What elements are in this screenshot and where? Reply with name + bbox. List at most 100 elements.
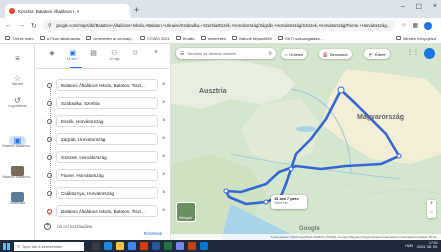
mode-driving[interactable]: ▣ 16 óra 7 bbox=[64, 49, 82, 61]
powerpoint-icon[interactable] bbox=[188, 242, 196, 250]
maximize-button[interactable]: ☐ bbox=[416, 3, 422, 11]
route-summary-card[interactable]: 16 óra 7 perc 1544 km bbox=[271, 195, 307, 209]
account-avatar[interactable] bbox=[424, 48, 435, 59]
map-search-box[interactable]: ☰ Keresés az útvonal mentén ⚲ bbox=[176, 48, 276, 59]
bookmark-item[interactable]: Ismeretlen bbox=[200, 36, 226, 41]
stop-input[interactable]: Csáktornya, Horvátország bbox=[56, 187, 158, 199]
edge-icon[interactable] bbox=[104, 242, 112, 250]
close-window-button[interactable]: × bbox=[433, 3, 437, 11]
country-label-hungary: Magyarország bbox=[357, 114, 405, 121]
office-icon[interactable] bbox=[140, 242, 148, 250]
drag-handle-icon[interactable]: ⋮ bbox=[40, 190, 45, 196]
map-canvas[interactable]: ☰ Keresés az útvonal mentén ⚲ ⌂ Hotelek … bbox=[171, 44, 441, 240]
drag-handle-icon[interactable]: ⋮ bbox=[40, 154, 45, 160]
drag-handle-icon[interactable]: ⋮ bbox=[40, 208, 45, 214]
all-bookmarks[interactable]: Minden könyvjelző bbox=[396, 36, 436, 41]
extensions-icon[interactable]: ▦ bbox=[413, 22, 419, 29]
file-explorer-icon[interactable] bbox=[116, 242, 124, 250]
drag-handle-icon[interactable]: ⋮ bbox=[40, 118, 45, 124]
new-tab-button[interactable]: + bbox=[134, 5, 139, 15]
mode-cycling[interactable]: ♲ bbox=[126, 49, 144, 57]
rail-item-current-route[interactable]: ▣ Balatoni Általános... bbox=[0, 136, 35, 149]
stop-input[interactable]: Balatoni Általános Iskola, Balaton, Tisz… bbox=[56, 205, 158, 217]
address-bar[interactable]: ⚲ google.com/maps/dir/Balatoni+Általános… bbox=[42, 20, 396, 31]
folder-icon bbox=[396, 36, 402, 40]
profile-avatar[interactable] bbox=[424, 21, 433, 30]
divider bbox=[35, 68, 171, 69]
stop-input[interactable]: Zágráb, Horvátország bbox=[56, 133, 158, 145]
chrome-icon[interactable] bbox=[128, 242, 136, 250]
site-info-icon[interactable]: ⚲ bbox=[48, 23, 52, 29]
remove-stop-icon[interactable]: × bbox=[162, 100, 166, 106]
bookmark-item[interactable]: OKTI szavazgatása... bbox=[277, 36, 323, 41]
apps-grid-icon[interactable]: ⋮⋮ bbox=[407, 49, 419, 56]
rail-item-saved[interactable]: ☆ Mentett bbox=[0, 74, 35, 87]
bookmark-item[interactable]: Tá'évk mám bbox=[5, 36, 34, 41]
folder-icon bbox=[200, 36, 206, 40]
bookmark-item[interactable]: Ismeretlen ai seonaly... bbox=[86, 36, 134, 41]
browser-tab[interactable]: Kösztár: Balatoni Általános I. × bbox=[5, 4, 130, 18]
remove-stop-icon[interactable]: × bbox=[162, 154, 166, 160]
rail-item-recent-place[interactable]: Balatoni Általános... bbox=[0, 166, 35, 180]
remove-stop-icon[interactable]: × bbox=[162, 118, 166, 124]
rail-item-label: Balatoni Általános... bbox=[2, 144, 33, 148]
mode-transit[interactable]: ▤ bbox=[85, 49, 103, 57]
bookmark-item[interactable]: A Fiuto alkalmazás bbox=[39, 36, 80, 41]
remove-stop-icon[interactable]: × bbox=[162, 208, 166, 214]
details-link[interactable]: Részletek bbox=[144, 231, 162, 236]
close-directions-button[interactable]: × bbox=[147, 49, 165, 56]
windows-start-icon[interactable] bbox=[3, 242, 10, 250]
reload-icon[interactable]: ↻ bbox=[31, 22, 37, 30]
folder-icon bbox=[5, 36, 10, 40]
mail-icon[interactable] bbox=[200, 242, 208, 250]
excel-icon[interactable] bbox=[164, 242, 172, 250]
word-icon[interactable] bbox=[152, 242, 160, 250]
stop-input[interactable]: Sziszek, Horvátország bbox=[56, 151, 158, 163]
stop-input[interactable]: Balatoni Általános Iskola, Balaton, Tisz… bbox=[56, 79, 158, 91]
rail-item-recents[interactable]: ↺ Legutóbbiak bbox=[0, 96, 35, 109]
map-search-input[interactable]: Keresés az útvonal mentén bbox=[187, 51, 265, 56]
remove-stop-icon[interactable]: × bbox=[162, 172, 166, 178]
mode-best[interactable]: ◈ bbox=[43, 49, 61, 57]
drag-handle-icon[interactable]: ⋮ bbox=[40, 136, 45, 142]
search-icon: ⚲ bbox=[17, 243, 20, 249]
stop-input[interactable]: Fiume, Horvátország bbox=[56, 169, 158, 181]
layers-button[interactable]: Rétegek bbox=[176, 202, 196, 222]
directions-panel: ◈ ▣ 16 óra 7 ▤ ⚇ 12 nap ♲ × ⋮ Balatoni Á… bbox=[35, 44, 171, 240]
zoom-in-button[interactable]: + bbox=[427, 200, 436, 209]
search-icon[interactable]: ⚲ bbox=[268, 51, 272, 57]
bookmark-item[interactable]: CCWO 2021 bbox=[140, 36, 170, 41]
transit-icon: ▤ bbox=[90, 50, 97, 57]
rail-item-recent-place[interactable]: Szabadka bbox=[0, 192, 35, 206]
remove-stop-icon[interactable]: × bbox=[162, 190, 166, 196]
teams-icon[interactable] bbox=[176, 242, 184, 250]
drag-handle-icon[interactable]: ⋮ bbox=[40, 82, 45, 88]
chip-restaurants[interactable]: ☕ Éttere bbox=[364, 49, 390, 59]
add-destination-button[interactable]: + Úti cél hozzáadása bbox=[44, 223, 92, 230]
zoom-out-button[interactable]: − bbox=[427, 209, 436, 218]
mode-walking[interactable]: ⚇ 12 nap bbox=[105, 49, 123, 61]
menu-icon[interactable]: ☰ bbox=[180, 51, 184, 57]
chip-hotels[interactable]: ⌂ Hotelek bbox=[281, 49, 307, 59]
minimize-button[interactable]: – bbox=[401, 3, 405, 11]
stop-input[interactable]: Eszék, Horvátország bbox=[56, 115, 158, 127]
bookmark-item[interactable]: Nálunk képszellőő bbox=[232, 36, 272, 41]
hamburger-menu-icon: ≡ bbox=[15, 54, 20, 63]
drag-handle-icon[interactable]: ⋮ bbox=[40, 100, 45, 106]
taskbar-search[interactable]: ⚲ Írjon ide a kereséshez bbox=[14, 241, 84, 251]
remove-stop-icon[interactable]: × bbox=[162, 136, 166, 142]
forward-arrow-icon[interactable]: → bbox=[18, 22, 25, 29]
taskbar-clock[interactable]: 17:01 2024. 08. 09. bbox=[417, 241, 438, 250]
task-view-icon[interactable] bbox=[92, 242, 100, 250]
drag-handle-icon[interactable]: ⋮ bbox=[40, 172, 45, 178]
rail-menu-button[interactable]: ≡ bbox=[0, 54, 35, 63]
tab-title: Kösztár: Balatoni Általános I. × bbox=[18, 8, 80, 14]
route-stop: ⋮ Csáktornya, Horvátország × bbox=[40, 186, 168, 200]
remove-stop-icon[interactable]: × bbox=[162, 82, 166, 88]
tray-language[interactable]: HUN bbox=[405, 244, 413, 248]
bookmark-star-icon[interactable]: ☆ bbox=[401, 22, 406, 29]
stop-input[interactable]: Szabadka, Szerbia bbox=[56, 97, 158, 109]
chip-gas-stations[interactable]: ⛽ Benzinkút bbox=[319, 49, 352, 59]
bookmark-item[interactable]: Kiválts bbox=[175, 36, 195, 41]
back-arrow-icon[interactable]: ← bbox=[5, 22, 12, 29]
